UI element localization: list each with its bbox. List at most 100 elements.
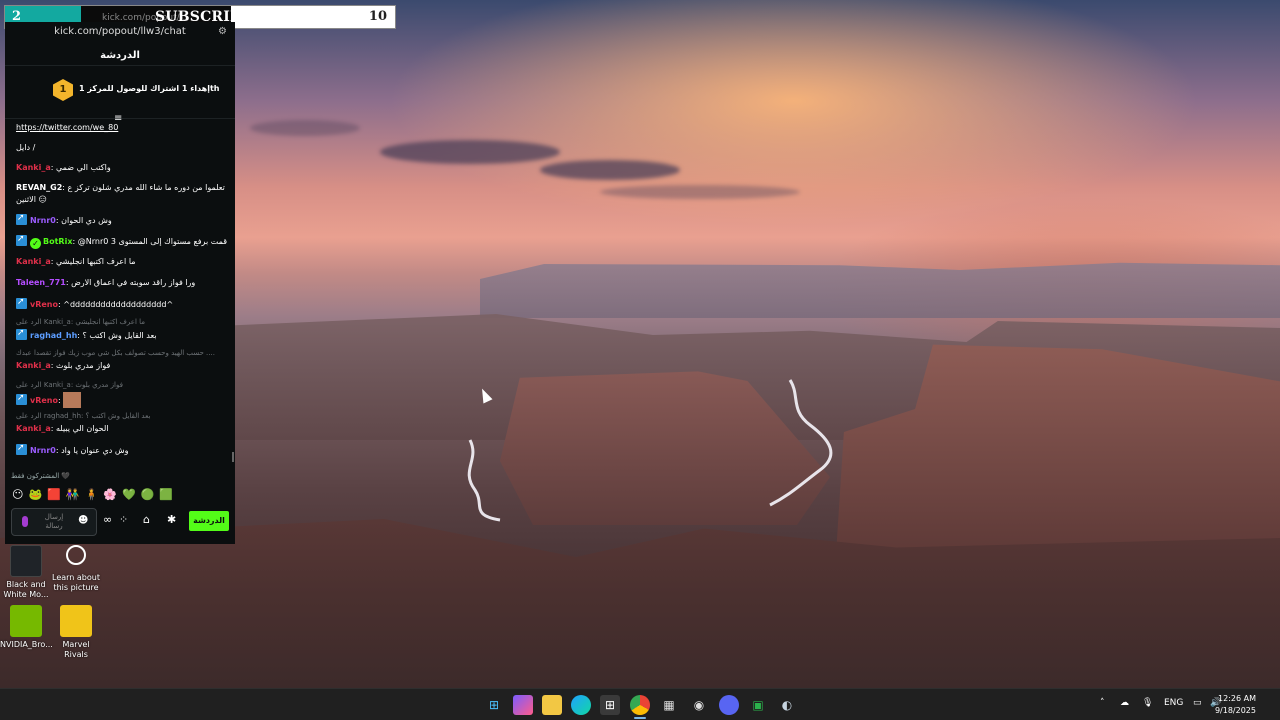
chat-send-button[interactable]: الدردشة [189, 511, 229, 531]
chat-username[interactable]: Nrnr0 [30, 446, 56, 455]
camera-icon [66, 545, 86, 565]
chat-message-text: فواز مدري بلوث [56, 361, 111, 370]
chat-message: Taleen_771: ورا فواز راقد سوبته في اعماق… [16, 277, 229, 289]
terminal-icon[interactable]: ▣ [748, 695, 768, 715]
emote[interactable]: 🌸 [103, 488, 122, 501]
emote[interactable]: 😶 [12, 488, 28, 501]
chat-message: Nrnr0: وش دي عنوان يا واد [16, 442, 229, 457]
verified-icon: ✓ [30, 238, 41, 249]
goal-badge: 1 [53, 79, 73, 101]
chat-message-text: وش دي عنوان يا واد [61, 446, 129, 455]
reply-preview[interactable]: الرد على Kanki_a: فواز مدري بلوث [16, 381, 229, 389]
chat-username[interactable]: Kanki_a [16, 424, 51, 433]
emote[interactable]: 🟢 [141, 488, 160, 501]
film-icon [10, 545, 42, 577]
chat-message-text: الحوان الي يبيله [56, 424, 109, 433]
start-icon[interactable]: ⊞ [484, 695, 504, 715]
github-icon[interactable]: ◉ [689, 695, 709, 715]
emote[interactable]: 🐸 [28, 488, 47, 501]
chat-username[interactable]: Taleen_771 [16, 278, 66, 287]
chat-username[interactable]: Nrnr0 [30, 216, 56, 225]
clock[interactable]: 12:26 AM 9/18/2025 [1215, 693, 1256, 717]
discord-icon[interactable] [719, 695, 739, 715]
clock-time: 12:26 AM [1218, 694, 1256, 703]
chat-message: https://twitter.com/we_80 [16, 122, 229, 134]
chat-window: kick.com/popout/llw3/chat ⚙ الدردشة 1 إه… [5, 22, 235, 544]
chat-username[interactable]: vReno [30, 396, 58, 405]
chat-username[interactable]: Kanki_a [16, 361, 51, 370]
mic-icon[interactable] [22, 516, 28, 527]
sub-badge-icon [16, 233, 27, 246]
desktop-icon-label: Black and White Mo... [3, 580, 49, 599]
dots-icon[interactable]: ⁘ [119, 513, 128, 526]
emote[interactable]: 🟥 [47, 488, 66, 501]
goal-text: إهداء 1 اشتراك للوصول للمركز 1th [79, 84, 220, 93]
desktop-icon-label: Learn about this picture [52, 573, 100, 592]
cloud-icon[interactable]: ☁ [1120, 698, 1129, 708]
chat-message-text[interactable]: https://twitter.com/we_80 [16, 123, 118, 132]
subscriber-goal: 10 [368, 9, 387, 24]
reply-preview[interactable]: الرد على raghad_hh: بعد القايل وش اكتب ؟ [16, 412, 229, 420]
infinity-icon[interactable]: ∞ [103, 513, 112, 526]
emote[interactable]: 🟩 [159, 488, 178, 501]
reply-preview[interactable]: الرد على Kanki_a: ما اعرف اكتبها انجليشي [16, 318, 229, 326]
tune-icon[interactable]: ⚙ [218, 26, 227, 37]
sub-badge-icon [16, 442, 27, 455]
chat-message-text: ^ddddddddddddddddddd^ [63, 300, 174, 309]
emote[interactable]: 👫 [66, 488, 85, 501]
edge-icon[interactable] [571, 695, 591, 715]
gift-goal: 1 إهداء 1 اشتراك للوصول للمركز 1th [53, 79, 220, 103]
store-icon[interactable]: ⊞ [600, 695, 620, 715]
mic-tray-icon[interactable]: 🎙 [1142, 698, 1153, 708]
chat-message: Kanki_a: الحوان الي يبيله [16, 423, 229, 435]
chat-messages: https://twitter.com/we_80 دايل / Kanki_a: … [5, 122, 235, 462]
copilot-icon[interactable] [513, 695, 533, 715]
emote[interactable]: 🧍 [85, 488, 104, 501]
chat-message: Nrnr0: وش دي الحوان [16, 212, 229, 227]
nvidia-icon [10, 605, 42, 637]
chat-message-text: دايل / [16, 143, 36, 152]
chat-message: vReno: [16, 392, 229, 408]
emote-image [63, 392, 82, 408]
emoji-icon[interactable]: ☻ [78, 515, 88, 526]
language-indicator[interactable]: ENG [1164, 698, 1183, 708]
steam-icon[interactable]: ◐ [777, 695, 797, 715]
chat-username[interactable]: BotRix [43, 237, 72, 246]
file-explorer-icon[interactable] [542, 695, 562, 715]
chat-url[interactable]: kick.com/popout/llw3/chat [54, 26, 186, 37]
scrollbar[interactable] [232, 452, 234, 462]
sub-badge-icon [16, 392, 27, 405]
chat-input-placeholder: إرسال رسالة [44, 513, 64, 530]
emote-bar[interactable]: 😶🐸🟥👫🧍🌸💚🟢🟩 [12, 488, 232, 502]
chrome-icon[interactable] [630, 695, 650, 715]
gear-icon[interactable]: ✱ [167, 513, 176, 526]
chat-message: دايل / [16, 142, 229, 154]
desktop-icon-nvidia[interactable]: NVIDIA_Bro... [0, 605, 53, 650]
chat-message: ✓BotRix: @Nrnr0 3 قمت برفع مستواك إلى ال… [16, 233, 229, 249]
desktop-icon-marvel-rivals[interactable]: Marvel Rivals [50, 605, 102, 660]
chat-message-text: ما اعرف اكتبها انجليشي [56, 257, 136, 266]
desktop-icon-label: Marvel Rivals [62, 640, 90, 659]
monitor-icon[interactable]: ▭ [1193, 698, 1202, 708]
chat-message: Kanki_a: ما اعرف اكتبها انجليشي [16, 256, 229, 268]
calculator-icon[interactable]: ▦ [659, 695, 679, 715]
chevron-up-icon[interactable]: ˄ [1100, 698, 1105, 708]
chat-username[interactable]: raghad_hh [30, 331, 77, 340]
chat-message: vReno: ^ddddddddddddddddddd^ [16, 296, 229, 311]
chat-url-bar: kick.com/popout/llw3/chat ⚙ [5, 26, 235, 42]
reply-preview[interactable]: حسب الهيد وحسب تصولف بكل شي موب زيك فواز… [16, 349, 229, 357]
store-icon[interactable]: ⌂ [143, 513, 150, 526]
chat-username[interactable]: REVAN_G2 [16, 183, 62, 192]
chat-username[interactable]: vReno [30, 300, 58, 309]
chat-input[interactable]: إرسال رسالة ☻ [11, 508, 97, 536]
game-icon [60, 605, 92, 637]
chat-header: الدردشة [5, 44, 235, 66]
chat-username[interactable]: Kanki_a [16, 163, 51, 172]
chat-username[interactable]: Kanki_a [16, 257, 51, 266]
emote[interactable]: 💚 [122, 488, 141, 501]
desktop-icon-learn-picture[interactable]: Learn about this picture [50, 545, 102, 593]
desktop-icon-black-white[interactable]: Black and White Mo... [0, 545, 52, 600]
sub-badge-icon [16, 327, 27, 340]
clock-date: 9/18/2025 [1214, 706, 1256, 715]
chat-message-text: بعد القايل وش اكتب ؟ [82, 331, 157, 340]
